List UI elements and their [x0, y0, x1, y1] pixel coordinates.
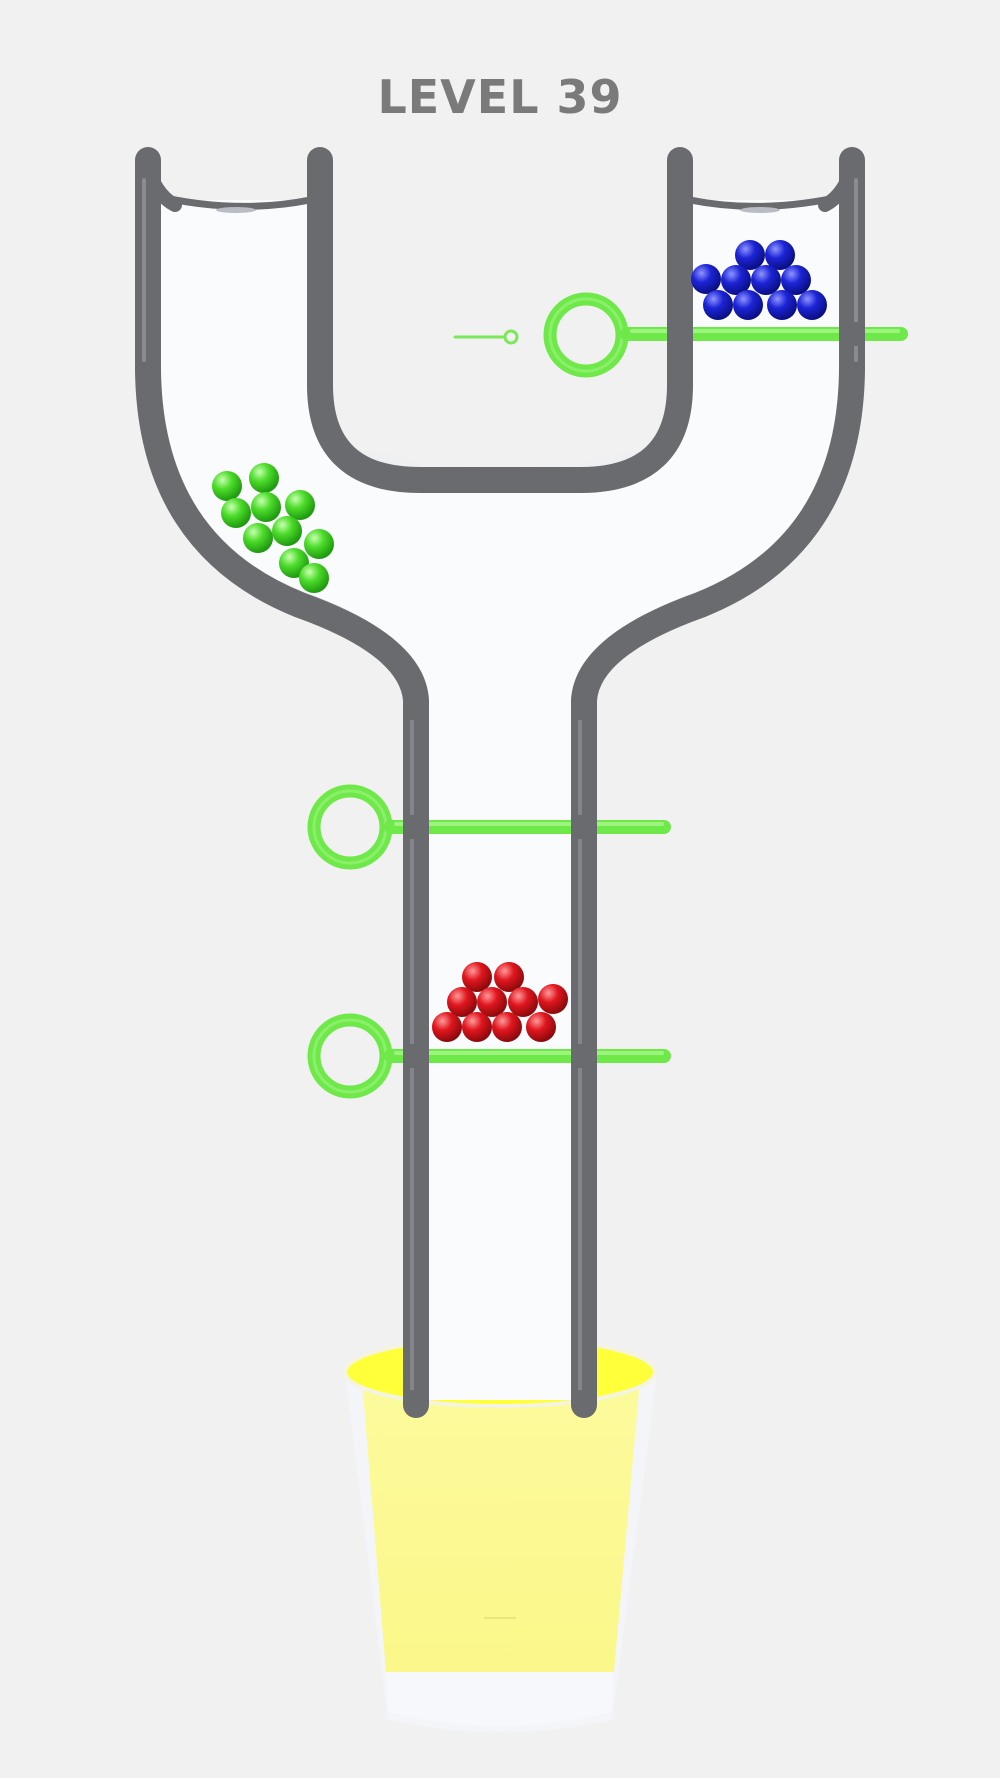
blue-ball — [691, 264, 721, 294]
green-ball — [304, 529, 334, 559]
blue-ball — [751, 265, 781, 295]
green-ball — [272, 516, 302, 546]
tube — [135, 147, 865, 1418]
blue-ball — [733, 290, 763, 320]
green-ball — [251, 492, 281, 522]
green-ball — [285, 490, 315, 520]
red-ball — [538, 984, 568, 1014]
pin-hint-icon — [453, 329, 519, 345]
red-ball — [508, 987, 538, 1017]
red-ball — [432, 1012, 462, 1042]
red-ball — [447, 987, 477, 1017]
red-ball — [462, 1012, 492, 1042]
green-ball — [212, 471, 242, 501]
red-ball — [462, 962, 492, 992]
game-scene — [135, 147, 908, 1733]
blue-ball — [703, 290, 733, 320]
red-ball — [477, 987, 507, 1017]
red-ball — [526, 1012, 556, 1042]
green-ball — [243, 523, 273, 553]
green-ball — [299, 563, 329, 593]
blue-ball — [797, 290, 827, 320]
green-ball — [249, 463, 279, 493]
red-ball — [492, 1012, 522, 1042]
green-ball — [221, 498, 251, 528]
blue-ball — [767, 290, 797, 320]
